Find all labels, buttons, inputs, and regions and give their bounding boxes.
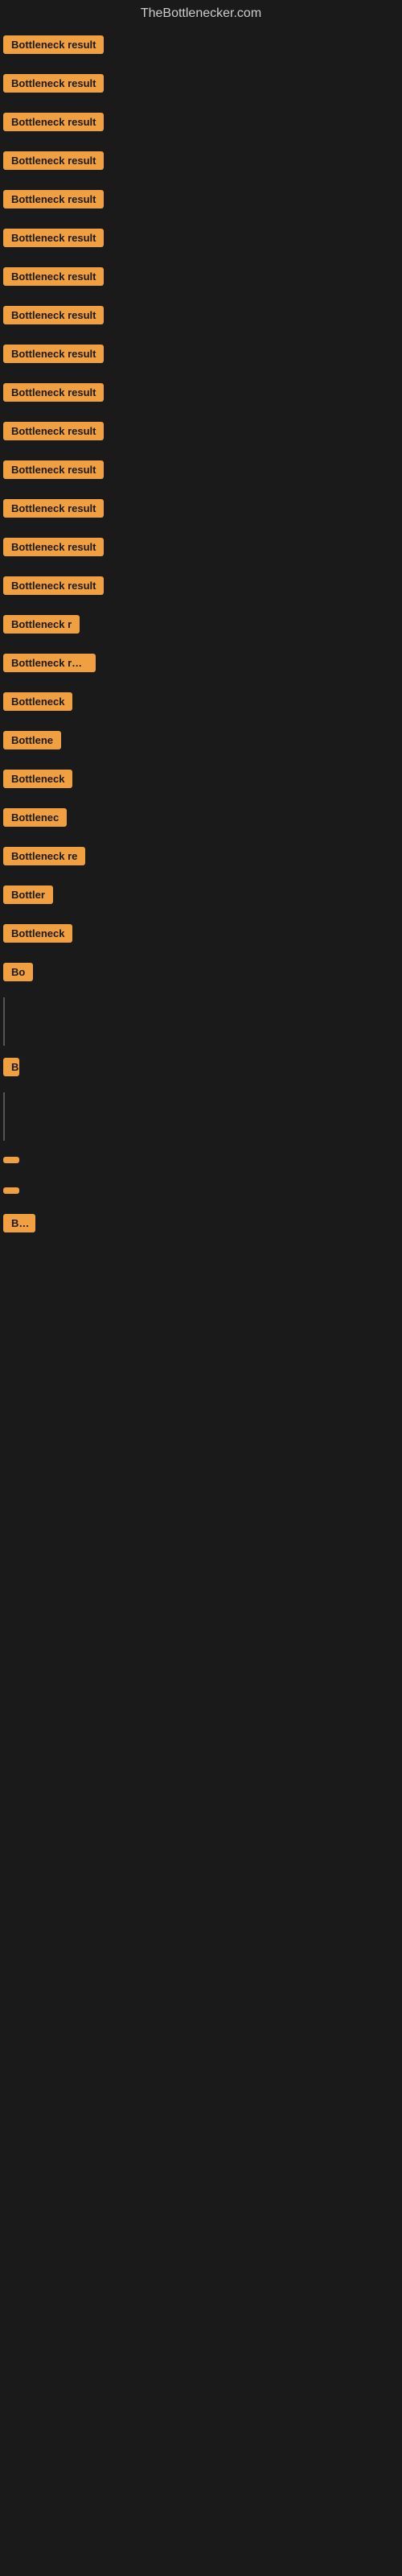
result-row-23: Bottler [0, 877, 402, 916]
result-row-20: Bottleneck [0, 762, 402, 800]
result-row-15: Bottleneck result [0, 568, 402, 607]
bottleneck-badge[interactable]: Bottlene [3, 731, 61, 749]
bottleneck-badge[interactable]: Bottleneck re [3, 847, 85, 865]
result-row-9: Bottleneck result [0, 336, 402, 375]
result-row-7: Bottleneck result [0, 259, 402, 298]
result-row-28 [0, 1175, 402, 1206]
result-row-26: B [0, 1050, 402, 1088]
bottleneck-badge[interactable]: Bottleneck result [3, 499, 104, 518]
result-row-4: Bottleneck result [0, 143, 402, 182]
bottleneck-badge[interactable]: Bottlenec [3, 808, 67, 827]
bottleneck-badge[interactable]: Bottleneck result [3, 306, 104, 324]
bottleneck-badge[interactable]: Bottleneck result [3, 267, 104, 286]
result-row-8: Bottleneck result [0, 298, 402, 336]
bottleneck-badge[interactable]: Bottleneck [3, 770, 72, 788]
bottleneck-badge[interactable]: Bottleneck [3, 692, 72, 711]
bottleneck-badge[interactable]: Bottleneck result [3, 74, 104, 93]
bottleneck-badge[interactable]: Bottleneck [3, 924, 72, 943]
bottleneck-badge[interactable] [3, 1187, 19, 1194]
result-row-11: Bottleneck result [0, 414, 402, 452]
result-row-13: Bottleneck result [0, 491, 402, 530]
divider-line [3, 997, 5, 1046]
results-list: Bottleneck result Bottleneck result Bottle… [0, 27, 402, 1245]
result-row-18: Bottleneck [0, 684, 402, 723]
result-row-27 [0, 1145, 402, 1175]
divider-line-2 [3, 1092, 5, 1141]
bottleneck-badge[interactable]: Bottleneck result [3, 345, 104, 363]
bottleneck-badge[interactable]: Bottleneck result [3, 460, 104, 479]
result-row-29: Bot [0, 1206, 402, 1245]
result-row-25: Bo [0, 955, 402, 993]
result-row-22: Bottleneck re [0, 839, 402, 877]
result-row-24: Bottleneck [0, 916, 402, 955]
result-row-3: Bottleneck result [0, 105, 402, 143]
bottleneck-badge[interactable]: Bot [3, 1214, 35, 1232]
result-row-1: Bottleneck result [0, 27, 402, 66]
result-row-10: Bottleneck result [0, 375, 402, 414]
bottleneck-badge[interactable] [3, 1157, 19, 1163]
bottleneck-badge[interactable]: Bottleneck r [3, 615, 80, 634]
result-row-19: Bottlene [0, 723, 402, 762]
result-row-6: Bottleneck result [0, 221, 402, 259]
bottleneck-badge[interactable]: B [3, 1058, 19, 1076]
bottleneck-badge[interactable]: Bottleneck result [3, 190, 104, 208]
bottleneck-badge[interactable]: Bo [3, 963, 33, 981]
bottleneck-badge[interactable]: Bottleneck result [3, 538, 104, 556]
bottleneck-badge[interactable]: Bottleneck result [3, 422, 104, 440]
result-row-12: Bottleneck result [0, 452, 402, 491]
bottleneck-badge[interactable]: Bottleneck result [3, 383, 104, 402]
bottleneck-badge[interactable]: Bottleneck result [3, 113, 104, 131]
bottleneck-badge[interactable]: Bottleneck result [3, 35, 104, 54]
bottleneck-badge[interactable]: Bottler [3, 886, 53, 904]
site-title: TheBottlenecker.com [0, 0, 402, 27]
result-row-5: Bottleneck result [0, 182, 402, 221]
bottleneck-badge[interactable]: Bottleneck result [3, 151, 104, 170]
result-row-21: Bottlenec [0, 800, 402, 839]
result-row-2: Bottleneck result [0, 66, 402, 105]
bottleneck-badge[interactable]: Bottleneck result [3, 229, 104, 247]
result-row-17: Bottleneck resu [0, 646, 402, 684]
bottleneck-badge[interactable]: Bottleneck result [3, 576, 104, 595]
result-row-16: Bottleneck r [0, 607, 402, 646]
result-row-14: Bottleneck result [0, 530, 402, 568]
bottleneck-badge[interactable]: Bottleneck resu [3, 654, 96, 672]
